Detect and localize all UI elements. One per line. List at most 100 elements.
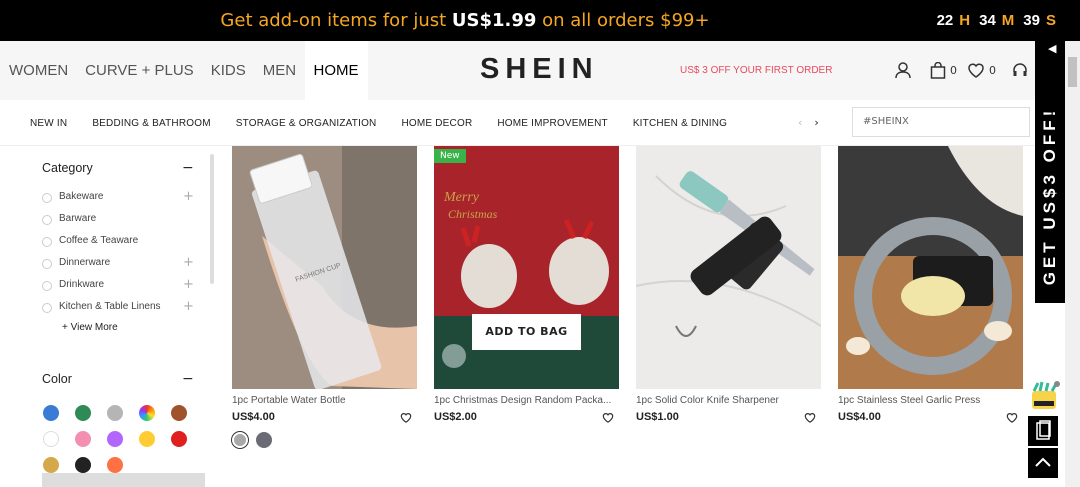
view-more-label: View More xyxy=(70,322,118,333)
expand-icon[interactable]: + xyxy=(183,255,194,270)
add-to-bag-button[interactable]: ADD TO BAG xyxy=(472,314,581,350)
subnav-new-in[interactable]: NEW IN xyxy=(30,118,67,129)
compare-button[interactable] xyxy=(1028,416,1058,446)
copy-icon xyxy=(1036,420,1051,440)
svg-text:Christmas: Christmas xyxy=(448,207,498,221)
category-option[interactable]: Barware xyxy=(42,213,192,227)
expand-icon[interactable]: + xyxy=(183,277,194,292)
svg-text:Merry: Merry xyxy=(443,190,480,205)
color-swatch[interactable] xyxy=(232,432,248,448)
color-swatch[interactable] xyxy=(75,405,91,421)
page-scrollbar[interactable] xyxy=(1065,41,1080,487)
cart-button[interactable]: 0 xyxy=(930,61,957,79)
main-nav: WOMEN CURVE + PLUS KIDS MEN HOME xyxy=(0,41,368,100)
nav-men[interactable]: MEN xyxy=(254,41,304,100)
chevron-left-icon[interactable]: ‹ xyxy=(798,116,802,129)
back-to-top-button[interactable] xyxy=(1028,448,1058,478)
color-swatch[interactable] xyxy=(107,405,123,421)
subnav-kitchen-dining[interactable]: KITCHEN & DINING xyxy=(633,118,727,129)
category-label: Drinkware xyxy=(59,279,105,290)
product-card[interactable]: Merry Christmas New ADD TO BAG 1pc Chris… xyxy=(434,146,619,423)
scrollbar-thumb[interactable] xyxy=(1068,57,1077,87)
category-option[interactable]: Coffee & Teaware xyxy=(42,235,192,249)
color-swatch[interactable] xyxy=(171,405,187,421)
search-input[interactable]: #SHEINX xyxy=(852,107,1030,137)
heart-icon[interactable] xyxy=(1006,412,1018,423)
countdown-timer: 22 H 34 M 39 S xyxy=(937,0,1056,41)
product-name[interactable]: 1pc Solid Color Knife Sharpener xyxy=(636,395,821,406)
color-swatch[interactable] xyxy=(75,457,91,473)
radio-icon xyxy=(42,259,52,269)
nav-kids[interactable]: KIDS xyxy=(202,41,254,100)
product-image[interactable]: Merry Christmas New ADD TO BAG xyxy=(434,146,619,389)
category-option[interactable]: Kitchen & Table Linens + xyxy=(42,299,194,315)
color-swatch[interactable] xyxy=(43,431,59,447)
expand-icon[interactable]: + xyxy=(183,299,194,314)
heart-icon[interactable] xyxy=(804,412,816,423)
promo-banner[interactable]: Get add-on items for just US$1.99 on all… xyxy=(0,0,1080,41)
countdown-seconds-unit: S xyxy=(1045,12,1056,29)
color-swatch[interactable] xyxy=(139,405,155,421)
product-color-swatches xyxy=(232,432,272,448)
color-swatch[interactable] xyxy=(107,457,123,473)
product-image[interactable]: FASHION CUP xyxy=(232,146,417,389)
color-swatch[interactable] xyxy=(139,431,155,447)
side-promo-text: GET US$3 OFF! xyxy=(1040,106,1059,286)
nav-curve-plus[interactable]: CURVE + PLUS xyxy=(77,41,203,100)
product-card[interactable]: FASHION CUP 1pc Portable Water Bottle US… xyxy=(232,146,417,448)
color-swatch[interactable] xyxy=(43,457,59,473)
heart-icon[interactable] xyxy=(602,412,614,423)
category-label: Dinnerware xyxy=(59,257,111,268)
headset-icon[interactable] xyxy=(1012,62,1028,78)
shein-logo[interactable]: SHEIN xyxy=(480,53,599,86)
product-image[interactable] xyxy=(838,146,1023,389)
subnav-home-improvement[interactable]: HOME IMPROVEMENT xyxy=(497,118,607,129)
nav-home[interactable]: HOME xyxy=(304,41,368,100)
collapse-color-icon[interactable]: − xyxy=(182,371,194,387)
caret-left-icon: ◀ xyxy=(1048,42,1057,55)
product-price: US$1.00 xyxy=(636,411,679,423)
nav-women[interactable]: WOMEN xyxy=(0,41,77,100)
countdown-minutes: 34 xyxy=(979,12,996,29)
subnav-home-decor[interactable]: HOME DECOR xyxy=(401,118,472,129)
category-option[interactable]: Bakeware + xyxy=(42,189,194,205)
account-icon[interactable] xyxy=(894,61,912,79)
radio-icon xyxy=(42,281,52,291)
sidebar-scrollbar[interactable] xyxy=(210,154,214,284)
side-promo-tab[interactable]: ◀ GET US$3 OFF! xyxy=(1035,41,1065,303)
category-title[interactable]: Category xyxy=(42,161,93,175)
color-swatch[interactable] xyxy=(75,431,91,447)
color-swatch[interactable] xyxy=(107,431,123,447)
color-title[interactable]: Color xyxy=(42,372,72,386)
subnav-arrows: ‹ › xyxy=(798,116,819,129)
product-name[interactable]: 1pc Christmas Design Random Packa... xyxy=(434,395,619,406)
category-label: Bakeware xyxy=(59,191,104,202)
product-name[interactable]: 1pc Stainless Steel Garlic Press xyxy=(838,395,1023,406)
wishlist-button[interactable]: 0 xyxy=(967,62,996,78)
color-swatch[interactable] xyxy=(171,431,187,447)
category-option[interactable]: Drinkware + xyxy=(42,277,194,293)
product-image[interactable] xyxy=(636,146,821,389)
product-name[interactable]: 1pc Portable Water Bottle xyxy=(232,395,417,406)
color-swatch[interactable] xyxy=(256,432,272,448)
view-more-link[interactable]: + View More xyxy=(62,322,118,333)
category-label: Kitchen & Table Linens xyxy=(59,301,161,312)
collapse-category-icon[interactable]: − xyxy=(182,160,194,176)
first-order-offer[interactable]: US$ 3 OFF YOUR FIRST ORDER xyxy=(680,65,832,76)
heart-icon[interactable] xyxy=(400,412,412,423)
product-card[interactable]: 1pc Stainless Steel Garlic Press US$4.00 xyxy=(838,146,1023,423)
chevron-up-icon xyxy=(1035,457,1051,467)
subnav-storage-organization[interactable]: STORAGE & ORGANIZATION xyxy=(236,118,377,129)
chevron-right-icon[interactable]: › xyxy=(814,116,818,129)
category-option[interactable]: Dinnerware + xyxy=(42,255,194,271)
countdown-hours-unit: H xyxy=(959,12,971,29)
shein-mascot-icon[interactable] xyxy=(1028,381,1060,411)
radio-icon xyxy=(42,237,52,247)
subnav-bedding-bathroom[interactable]: BEDDING & BATHROOM xyxy=(92,118,210,129)
color-swatch[interactable] xyxy=(43,405,59,421)
cart-count: 0 xyxy=(950,63,957,77)
expand-icon[interactable]: + xyxy=(183,189,194,204)
product-card[interactable]: 1pc Solid Color Knife Sharpener US$1.00 xyxy=(636,146,821,423)
countdown-hours: 22 xyxy=(936,12,954,29)
product-price: US$4.00 xyxy=(838,411,881,423)
